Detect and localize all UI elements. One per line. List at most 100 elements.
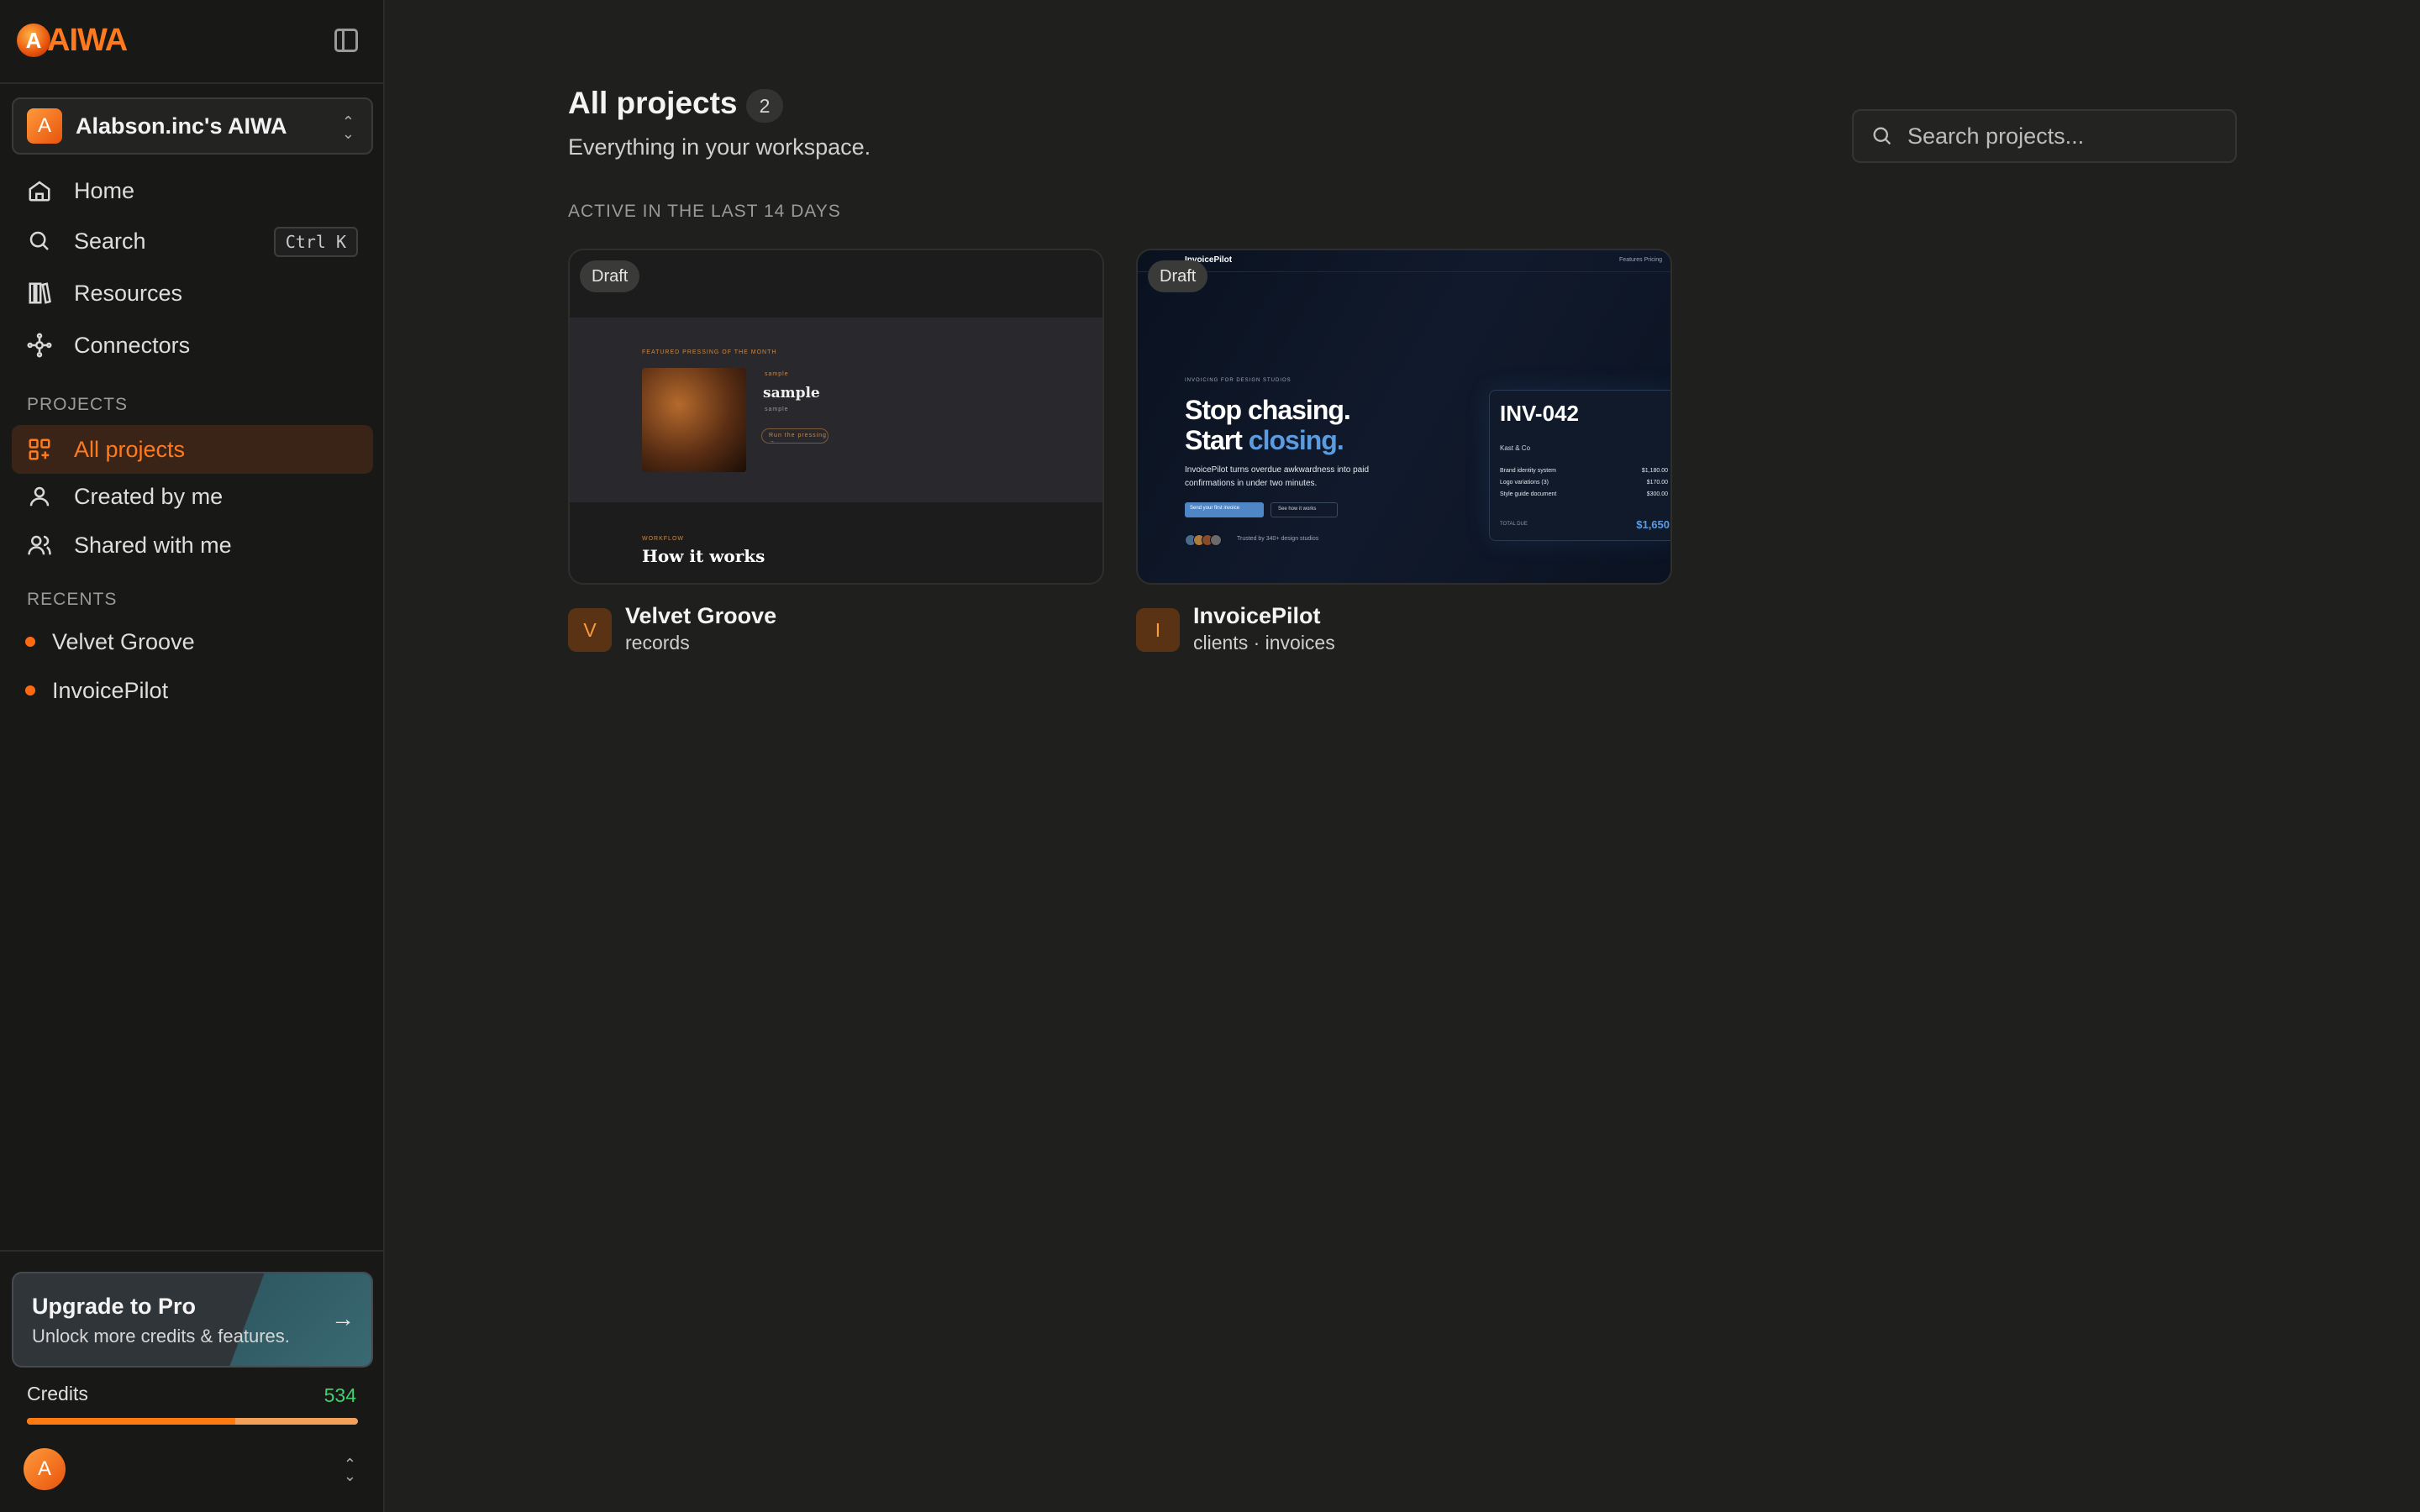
recent-item-label: InvoicePilot — [52, 677, 169, 703]
preview-description: InvoicePilot turns overdue awkwardness i… — [1185, 465, 1370, 488]
credits-value: 534 — [324, 1384, 356, 1406]
workspace-switcher[interactable]: A Alabson.inc's AIWA ⌃ ⌄ — [12, 97, 373, 155]
project-subtitle: clients · invoices — [1193, 632, 1335, 654]
nav-search[interactable]: Search Ctrl K — [12, 217, 373, 265]
upgrade-title: Upgrade to Pro — [32, 1294, 197, 1319]
logo-mark: A — [17, 24, 50, 57]
credits-progress-fill — [27, 1418, 236, 1425]
nav-all-projects[interactable]: All projects — [12, 425, 373, 474]
search-icon — [25, 227, 54, 255]
project-avatar: I — [1136, 608, 1180, 652]
workspace-name: Alabson.inc's AIWA — [76, 113, 287, 139]
nav-search-label: Search — [74, 228, 146, 254]
recent-dot — [25, 637, 35, 647]
avatar-dot — [1210, 534, 1222, 546]
project-name[interactable]: Velvet Groove — [625, 603, 776, 629]
recent-item-label: Velvet Groove — [52, 628, 195, 654]
preview-heading: How it works — [642, 546, 765, 566]
credits-progress-bar — [27, 1418, 358, 1425]
recent-item-invoicepilot[interactable]: InvoicePilot — [25, 672, 168, 709]
preview-primary-label: Send your first invoice — [1190, 506, 1240, 511]
main-content: All projects 2 Everything in your worksp… — [387, 0, 2420, 1512]
recent-item-velvet-groove[interactable]: Velvet Groove — [25, 623, 195, 660]
sidebar-toggle-icon[interactable] — [334, 29, 358, 52]
search-shortcut-badge: Ctrl K — [273, 227, 358, 257]
user-icon — [25, 482, 54, 511]
preview-avatars — [1185, 534, 1222, 546]
nav-shared-with-me[interactable]: Shared with me — [12, 521, 373, 570]
preview-secondary-label: See how it works — [1278, 507, 1317, 512]
divider — [0, 82, 385, 84]
books-icon — [25, 279, 54, 307]
logo-text: AIWA — [47, 22, 128, 58]
invoice-bill-to: Kast & Co — [1500, 444, 1531, 452]
headline-line-2b: closing. — [1248, 425, 1344, 455]
preview-section-kicker: WORKFLOW — [642, 536, 684, 542]
nav-connectors[interactable]: Connectors — [12, 321, 373, 370]
nav-resources-label: Resources — [74, 280, 183, 306]
nav-home[interactable]: Home — [12, 166, 373, 215]
projects-section-label: PROJECTS — [27, 395, 129, 414]
preview-button-label: Run the pressing → — [769, 433, 827, 444]
project-count-badge: 2 — [746, 89, 783, 123]
page-subtitle: Everything in your workspace. — [568, 134, 871, 160]
upgrade-subtitle: Unlock more credits & features. — [32, 1326, 290, 1347]
preview-links: Features Pricing — [1619, 257, 1662, 263]
project-name[interactable]: InvoicePilot — [1193, 603, 1321, 629]
grid-plus-icon — [25, 435, 54, 464]
project-avatar: V — [568, 608, 612, 652]
arrow-right-icon: → — [331, 1305, 355, 1331]
group-label: ACTIVE IN THE LAST 14 DAYS — [568, 202, 841, 221]
preview-button: Run the pressing → — [761, 428, 829, 444]
invoice-item: Brand identity system — [1500, 468, 1556, 474]
search-icon — [1870, 124, 1894, 148]
invoice-number: INV-042 — [1500, 401, 1579, 426]
invoice-amount: $300.00 — [1646, 491, 1668, 497]
users-icon — [25, 531, 54, 559]
search-projects-input[interactable]: Search projects... — [1852, 109, 2237, 163]
nav-home-label: Home — [74, 177, 135, 203]
project-card-velvet-groove[interactable]: Draft FEATURED PRESSING OF THE MONTH sam… — [568, 249, 1104, 585]
chevron-up-down-icon[interactable]: ⌃ ⌄ — [344, 1457, 356, 1483]
preview-tag: sample — [765, 371, 789, 377]
preview-kicker: INVOICING FOR DESIGN STUDIOS — [1185, 378, 1292, 383]
nav-created-by-me[interactable]: Created by me — [12, 472, 373, 521]
preview-title: sample — [763, 385, 820, 402]
invoice-item: Logo variations (3) — [1500, 480, 1549, 486]
invoice-row: Logo variations (3) $170.00 — [1500, 480, 1668, 490]
preview-primary-button: Send your first invoice — [1185, 502, 1264, 517]
invoice-total: $1,650 — [1636, 518, 1670, 531]
page-title: All projects — [568, 86, 738, 120]
headline-line-1: Stop chasing. — [1185, 395, 1351, 425]
search-placeholder: Search projects... — [1907, 123, 2085, 149]
user-avatar[interactable]: A — [24, 1448, 66, 1490]
invoice-row: Brand identity system $1,180.00 — [1500, 468, 1668, 478]
project-card-invoicepilot[interactable]: Draft InvoicePilot Features Pricing INVO… — [1136, 249, 1672, 585]
home-icon — [25, 176, 54, 205]
sidebar: A AIWA A Alabson.inc's AIWA ⌃ ⌄ Home Sear… — [0, 0, 385, 1512]
app-logo[interactable]: A AIWA — [17, 20, 128, 60]
nav-connectors-label: Connectors — [74, 332, 191, 358]
connectors-icon — [25, 331, 54, 360]
nav-resources[interactable]: Resources — [12, 269, 373, 318]
preview-kicker: FEATURED PRESSING OF THE MONTH — [642, 349, 777, 355]
invoice-amount: $1,180.00 — [1641, 468, 1668, 474]
nav-shared-with-me-label: Shared with me — [74, 532, 232, 558]
preview-trust: Trusted by 340+ design studios — [1237, 536, 1319, 542]
chevron-up-down-icon: ⌃ ⌄ — [341, 113, 355, 142]
invoice-amount: $170.00 — [1646, 480, 1668, 486]
recent-dot — [25, 685, 35, 696]
project-subtitle: records — [625, 632, 690, 654]
preview-invoice: INV-042 Kast & Co Brand identity system $… — [1489, 390, 1670, 541]
invoice-row: Style guide document $300.00 — [1500, 491, 1668, 501]
nav-created-by-me-label: Created by me — [74, 483, 224, 509]
draft-badge: Draft — [1148, 260, 1208, 292]
preview-secondary-button: See how it works — [1270, 502, 1338, 517]
preview-headline: Stop chasing. Start closing. — [1185, 395, 1351, 455]
upgrade-card[interactable]: Upgrade to Pro Unlock more credits & fea… — [12, 1272, 373, 1368]
invoice-item: Style guide document — [1500, 491, 1557, 497]
divider — [0, 1250, 385, 1252]
credits-label: Credits — [27, 1383, 88, 1404]
invoice-total-label: TOTAL DUE — [1500, 522, 1528, 527]
preview-image — [642, 368, 746, 472]
